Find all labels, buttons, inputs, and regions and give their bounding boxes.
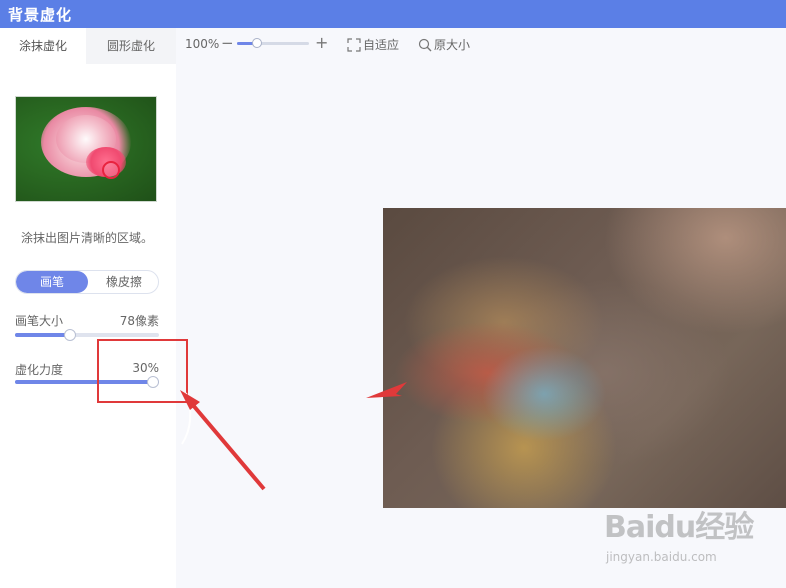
fit-label: 自适应 (363, 38, 400, 52)
eraser-button[interactable]: 橡皮擦 (88, 271, 158, 293)
annotation-highlight-box (97, 339, 188, 403)
app-title: 背景虚化 (8, 6, 73, 24)
fit-icon (347, 38, 361, 52)
original-size-label: 原大小 (434, 38, 471, 52)
brush-size-slider[interactable] (15, 329, 159, 341)
preview-thumbnail (15, 96, 157, 202)
brush-size-handle[interactable] (63, 329, 76, 341)
zoom-handle[interactable] (252, 38, 263, 48)
sidebar: 涂抹虚化 圆形虚化 涂抹出图片清晰的区域。 画笔 橡皮擦 画笔大小 78像素 虚… (0, 28, 176, 588)
tab-smear-blur[interactable]: 涂抹虚化 (0, 28, 86, 64)
baidu-watermark: Baidu经验 jingyan.baidu.com (604, 502, 754, 576)
instruction-text: 涂抹出图片清晰的区域。 (21, 231, 154, 245)
tab-circle-blur[interactable]: 圆形虚化 (86, 28, 176, 64)
blur-strength-label: 虚化力度 (15, 363, 64, 377)
original-size-button[interactable]: 原大小 (418, 36, 470, 53)
zoom-out-button[interactable]: − (221, 34, 234, 52)
brush-button[interactable]: 画笔 (16, 271, 88, 293)
zoom-percentage: 100% (185, 37, 220, 51)
brush-size-value: 78像素 (119, 314, 159, 328)
brush-size-fill (15, 333, 70, 337)
brush-size-label: 画笔大小 (15, 314, 64, 328)
brush-mode-toggle: 画笔 橡皮擦 (15, 270, 159, 294)
title-bar: 背景虚化 (0, 0, 786, 28)
fit-to-window-button[interactable]: 自适应 (347, 36, 399, 53)
brush-cursor-icon (102, 161, 120, 179)
watermark-logo: Baidu经验 (604, 510, 754, 545)
annotation-arrow-shaft (185, 396, 266, 491)
canvas-toolbar: 100% − + 自适应 原大小 (176, 28, 786, 60)
zoom-in-button[interactable]: + (315, 33, 328, 52)
blurred-image-canvas[interactable] (383, 208, 786, 508)
watermark-url: jingyan.baidu.com (606, 550, 717, 564)
tab-strip: 涂抹虚化 圆形虚化 (0, 28, 176, 64)
zoom-slider[interactable] (237, 38, 309, 48)
magnifier-icon (418, 38, 432, 52)
